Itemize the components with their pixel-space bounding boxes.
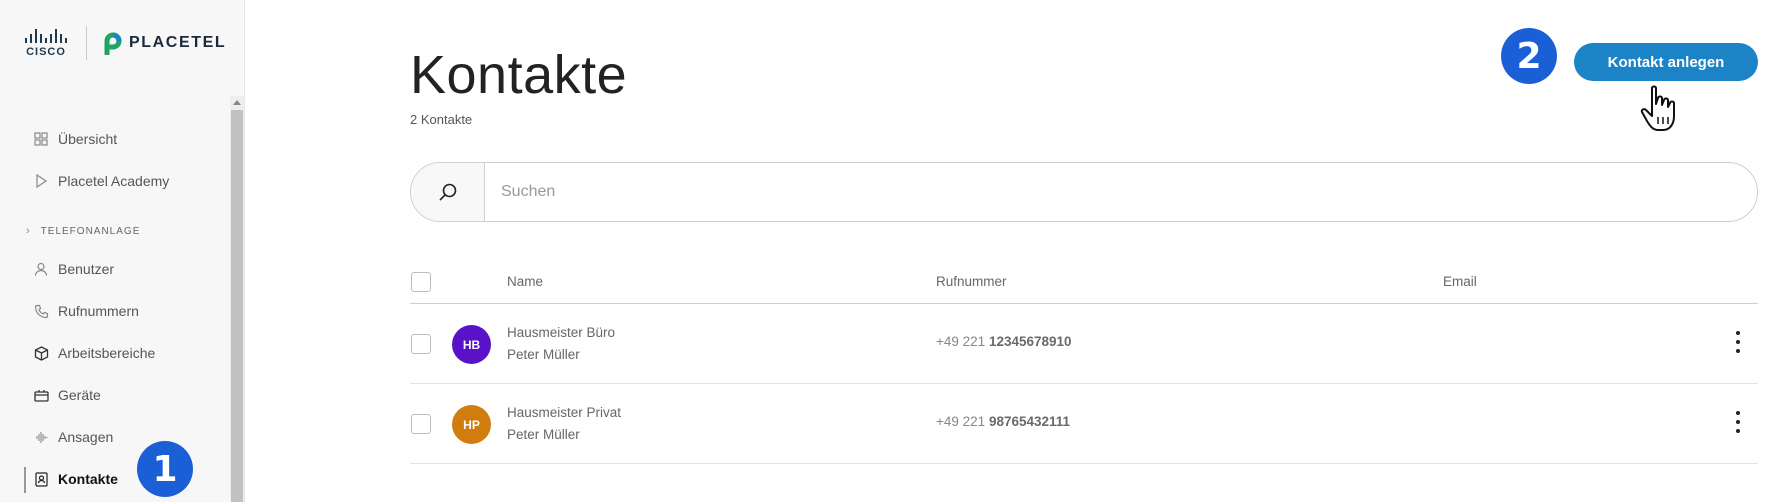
sidebar-scrollbar[interactable] xyxy=(230,96,244,502)
table-row[interactable]: HB Hausmeister Büro Peter Müller +49 221… xyxy=(410,304,1758,384)
create-contact-button[interactable]: Kontakt anlegen xyxy=(1574,43,1758,81)
soundwave-icon xyxy=(33,429,49,445)
cisco-logo: CISCO xyxy=(20,28,72,58)
sidebar: CISCO PLACETEL Übersicht Placetel Academ… xyxy=(0,0,245,502)
phone-prefix: +49 221 xyxy=(936,334,986,349)
sidebar-item-kontakte[interactable]: Kontakte xyxy=(0,458,228,500)
sidebar-nav: Übersicht Placetel Academy › TELEFONANLA… xyxy=(0,118,228,500)
row-menu-kebab-icon[interactable] xyxy=(1728,328,1748,356)
sidebar-item-label: Kontakte xyxy=(58,471,118,487)
sidebar-section-telefonanlage[interactable]: › TELEFONANLAGE xyxy=(0,214,228,248)
contact-name[interactable]: Hausmeister Büro xyxy=(507,325,615,340)
grid-icon xyxy=(33,131,49,147)
brand-divider xyxy=(86,26,87,60)
contact-person: Peter Müller xyxy=(507,347,580,362)
search-button[interactable] xyxy=(411,163,485,221)
device-icon xyxy=(33,387,49,403)
avatar: HB xyxy=(452,325,491,364)
table-row[interactable]: HP Hausmeister Privat Peter Müller +49 2… xyxy=(410,384,1758,464)
cisco-bars-icon xyxy=(25,28,67,43)
sidebar-item-label: Rufnummern xyxy=(58,303,139,319)
select-all-checkbox[interactable] xyxy=(411,272,431,292)
contact-phone[interactable]: +49 221 12345678910 xyxy=(936,334,1072,349)
search-icon xyxy=(438,183,456,201)
column-header-phone[interactable]: Rufnummer xyxy=(936,274,1007,289)
phone-icon xyxy=(33,303,49,319)
contact-person: Peter Müller xyxy=(507,427,580,442)
placetel-logo-icon xyxy=(104,32,122,55)
avatar: HP xyxy=(452,405,491,444)
sidebar-item-label: Placetel Academy xyxy=(58,173,170,189)
sidebar-item-geraete[interactable]: Geräte xyxy=(0,374,228,416)
sidebar-item-arbeitsbereiche[interactable]: Arbeitsbereiche xyxy=(0,332,228,374)
contact-name[interactable]: Hausmeister Privat xyxy=(507,405,621,420)
play-icon xyxy=(33,173,49,189)
step-badge-2: 2 xyxy=(1501,28,1557,84)
sidebar-item-ansagen[interactable]: Ansagen xyxy=(0,416,228,458)
sidebar-item-label: Ansagen xyxy=(58,429,114,445)
contacts-table: Name Rufnummer Email HB Hausmeister Büro… xyxy=(410,262,1758,464)
placetel-wordmark: PLACETEL xyxy=(129,34,227,51)
column-header-name[interactable]: Name xyxy=(507,274,543,289)
page-title: Kontakte xyxy=(410,45,628,105)
cube-icon xyxy=(33,345,49,361)
placetel-logo[interactable]: PLACETEL xyxy=(103,31,226,55)
cisco-wordmark: CISCO xyxy=(26,45,66,58)
contact-card-icon xyxy=(33,471,49,487)
search-bar xyxy=(410,162,1758,222)
brand-logos: CISCO PLACETEL xyxy=(20,26,226,60)
sidebar-item-label: Benutzer xyxy=(58,261,115,277)
chevron-right-icon: › xyxy=(26,225,31,237)
user-icon xyxy=(33,261,49,277)
scroll-thumb[interactable] xyxy=(231,110,243,502)
search-input[interactable] xyxy=(485,163,1757,221)
phone-number: 98765432111 xyxy=(988,414,1071,429)
sidebar-item-label: Übersicht xyxy=(58,131,118,147)
sidebar-item-label: Geräte xyxy=(58,387,101,403)
sidebar-item-uebersicht[interactable]: Übersicht xyxy=(0,118,228,160)
hand-cursor-icon xyxy=(1640,85,1675,131)
row-menu-kebab-icon[interactable] xyxy=(1728,408,1748,436)
scroll-up-arrow-icon[interactable] xyxy=(230,96,244,108)
row-checkbox[interactable] xyxy=(411,334,431,354)
step-badge-1: 1 xyxy=(137,441,193,497)
sidebar-section-label: TELEFONANLAGE xyxy=(40,225,141,237)
contact-count: 2 Kontakte xyxy=(410,112,473,127)
contact-phone[interactable]: +49 221 98765432111 xyxy=(936,414,1070,429)
sidebar-item-benutzer[interactable]: Benutzer xyxy=(0,248,228,290)
table-header: Name Rufnummer Email xyxy=(410,262,1758,304)
sidebar-item-label: Arbeitsbereiche xyxy=(58,345,156,361)
phone-prefix: +49 221 xyxy=(936,414,986,429)
sidebar-item-placetel-academy[interactable]: Placetel Academy xyxy=(0,160,228,202)
row-checkbox[interactable] xyxy=(411,414,431,434)
column-header-email[interactable]: Email xyxy=(1443,274,1477,289)
sidebar-item-rufnummern[interactable]: Rufnummern xyxy=(0,290,228,332)
phone-number: 12345678910 xyxy=(988,334,1072,349)
